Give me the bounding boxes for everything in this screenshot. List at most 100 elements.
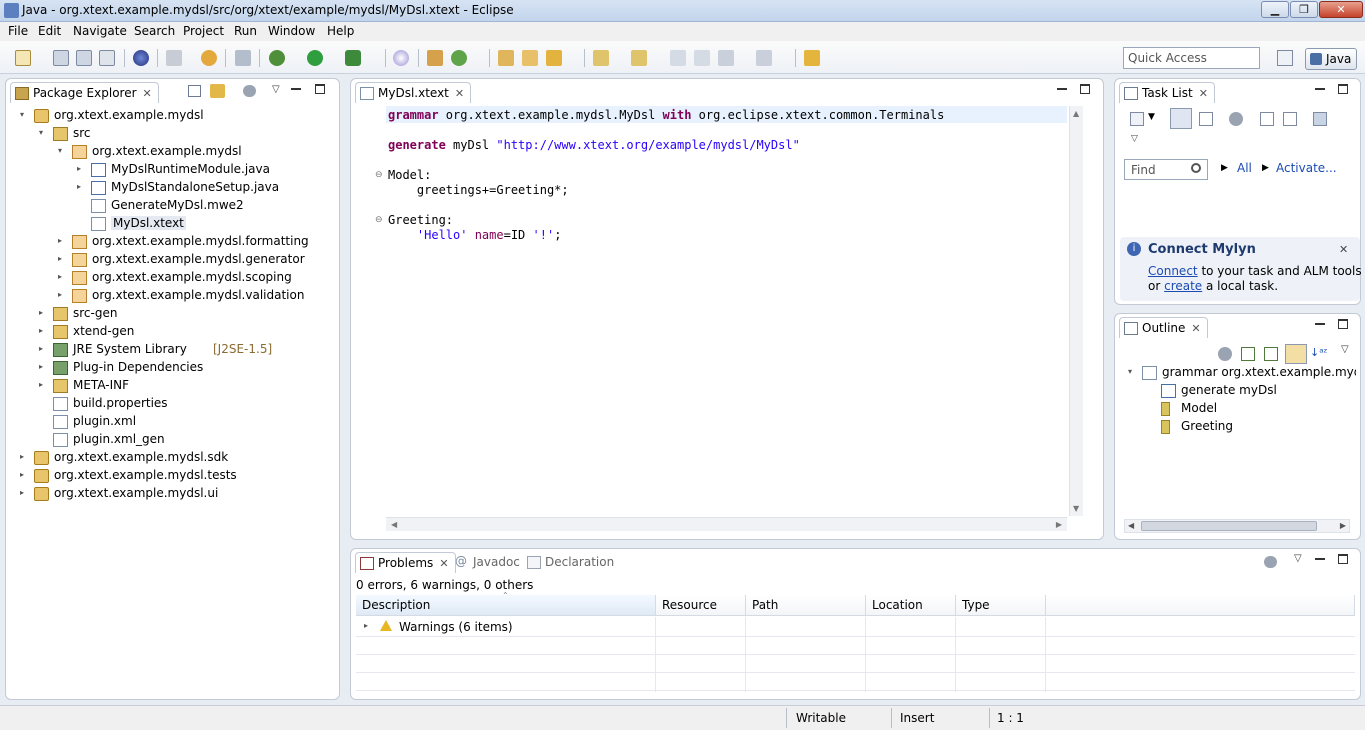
sort-icon[interactable]: ↓ᵃᶻ xyxy=(1310,346,1328,359)
menu-edit[interactable]: Edit xyxy=(38,24,61,38)
back-icon[interactable] xyxy=(718,50,734,66)
globe-icon[interactable] xyxy=(133,50,149,66)
brush-icon[interactable] xyxy=(804,50,820,66)
focus-icon[interactable] xyxy=(1218,347,1232,361)
code-line-5[interactable]: Model: xyxy=(388,168,431,182)
hide-completed-icon[interactable] xyxy=(1260,112,1274,126)
column-location[interactable]: Location xyxy=(866,595,956,616)
focus-icon[interactable] xyxy=(243,85,256,97)
scroll-left-icon[interactable]: ◀ xyxy=(1128,521,1134,530)
forward-icon[interactable] xyxy=(756,50,772,66)
close-icon[interactable]: ✕ xyxy=(1191,322,1200,335)
open-folder-icon[interactable] xyxy=(498,50,514,66)
dropdown-icon[interactable]: ▼ xyxy=(1148,112,1155,122)
expand-toggle-icon[interactable]: ▸ xyxy=(20,452,30,461)
scroll-thumb[interactable] xyxy=(1141,521,1317,531)
expand-toggle-icon[interactable]: ▸ xyxy=(39,362,49,371)
tab-outline[interactable]: Outline ✕ xyxy=(1119,317,1208,338)
close-button[interactable]: ✕ xyxy=(1319,1,1363,18)
minimize-view-icon[interactable] xyxy=(1315,88,1325,90)
menu-search[interactable]: Search xyxy=(134,24,175,38)
code-line-3[interactable]: generate myDsl "http://www.xtext.org/exa… xyxy=(388,138,800,152)
toggle-mark-icon[interactable] xyxy=(235,50,251,66)
java-perspective-button[interactable]: Java xyxy=(1305,48,1357,70)
expand-toggle-icon[interactable]: ▾ xyxy=(1128,367,1138,376)
filter-icon[interactable] xyxy=(1241,347,1255,361)
tab-javadoc[interactable]: @ Javadoc xyxy=(451,552,526,573)
expand-toggle-icon[interactable]: ▸ xyxy=(58,254,68,263)
code-line-1[interactable]: grammar org.xtext.example.mydsl.MyDsl wi… xyxy=(388,108,944,122)
expand-icon[interactable]: ▸ xyxy=(364,621,368,630)
fold-toggle-icon[interactable]: ⊖ xyxy=(375,170,383,180)
skip-breakpoints-icon[interactable] xyxy=(166,50,182,66)
editor-horizontal-scrollbar[interactable]: ◀ ▶ xyxy=(386,517,1067,531)
expand-toggle-icon[interactable]: ▸ xyxy=(77,182,87,191)
expand-toggle-icon[interactable]: ▸ xyxy=(58,290,68,299)
quick-access-input[interactable]: Quick Access xyxy=(1123,47,1260,69)
find-input[interactable]: Find xyxy=(1124,159,1208,180)
view-menu-icon[interactable]: ▽ xyxy=(1131,134,1138,144)
expand-toggle-icon[interactable]: ▸ xyxy=(39,308,49,317)
expand-toggle-icon[interactable]: ▾ xyxy=(39,128,49,137)
expand-toggle-icon[interactable]: ▸ xyxy=(39,344,49,353)
close-icon[interactable]: ✕ xyxy=(439,557,448,570)
pin-icon[interactable] xyxy=(694,50,710,66)
create-link[interactable]: create xyxy=(1164,279,1202,293)
collapse-all-icon[interactable] xyxy=(1283,112,1297,126)
save-icon[interactable] xyxy=(53,50,69,66)
close-icon[interactable]: ✕ xyxy=(143,87,152,100)
save-all-icon[interactable] xyxy=(76,50,92,66)
minimize-button[interactable]: ▁ xyxy=(1261,1,1289,18)
fold-toggle-icon[interactable]: ⊖ xyxy=(375,215,383,225)
expand-toggle-icon[interactable]: ▸ xyxy=(39,380,49,389)
link-with-editor-icon[interactable] xyxy=(210,84,225,98)
maximize-view-icon[interactable] xyxy=(1338,84,1348,94)
scheduled-icon[interactable] xyxy=(1199,112,1213,126)
close-icon[interactable]: ✕ xyxy=(1199,87,1208,100)
menu-project[interactable]: Project xyxy=(183,24,224,38)
expand-toggle-icon[interactable]: ▸ xyxy=(20,470,30,479)
column-path[interactable]: Path xyxy=(746,595,866,616)
focus-icon[interactable] xyxy=(1264,556,1277,568)
new-task-icon[interactable] xyxy=(1130,112,1144,126)
minimize-view-icon[interactable] xyxy=(1315,323,1325,325)
maximize-editor-icon[interactable] xyxy=(1080,84,1090,94)
view-menu-icon[interactable]: ▽ xyxy=(1341,344,1349,355)
new-class-icon[interactable] xyxy=(451,50,467,66)
debug-icon[interactable] xyxy=(269,50,285,66)
new-icon[interactable] xyxy=(15,50,31,66)
previous-annotation-icon[interactable] xyxy=(631,50,647,66)
tab-mydsl-xtext[interactable]: MyDsl.xtext ✕ xyxy=(355,82,472,103)
last-edit-icon[interactable] xyxy=(670,50,686,66)
next-annotation-icon[interactable] xyxy=(593,50,609,66)
menu-navigate[interactable]: Navigate xyxy=(73,24,127,38)
menu-help[interactable]: Help xyxy=(327,24,354,38)
expand-toggle-icon[interactable]: ▸ xyxy=(39,326,49,335)
scroll-right-icon[interactable]: ▶ xyxy=(1340,521,1346,530)
outline-item[interactable]: Greeting xyxy=(1147,418,1327,436)
focus-icon[interactable] xyxy=(1229,112,1243,126)
tab-problems[interactable]: Problems ✕ xyxy=(355,552,456,573)
maximize-view-icon[interactable] xyxy=(1338,319,1348,329)
close-icon[interactable]: ✕ xyxy=(1339,243,1348,256)
hide-icon[interactable] xyxy=(1264,347,1278,361)
run-icon[interactable] xyxy=(307,50,323,66)
close-icon[interactable]: ✕ xyxy=(455,87,464,100)
maximize-view-icon[interactable] xyxy=(315,84,325,94)
editor-vertical-scrollbar[interactable]: ▲ ▼ xyxy=(1069,106,1083,516)
code-line-8[interactable]: Greeting: xyxy=(388,213,453,227)
minimize-view-icon[interactable] xyxy=(1315,558,1325,560)
print-icon[interactable] xyxy=(99,50,115,66)
outline-horizontal-scrollbar[interactable]: ◀ ▶ xyxy=(1124,519,1350,533)
synchronize-icon[interactable] xyxy=(1313,112,1327,126)
minimize-editor-icon[interactable] xyxy=(1057,88,1067,90)
expand-toggle-icon[interactable]: ▸ xyxy=(20,488,30,497)
scroll-right-icon[interactable]: ▶ xyxy=(1056,520,1062,529)
menu-window[interactable]: Window xyxy=(268,24,315,38)
pencil-icon[interactable] xyxy=(546,50,562,66)
link-with-editor-icon[interactable] xyxy=(1285,344,1307,364)
tab-task-list[interactable]: Task List ✕ xyxy=(1119,82,1215,103)
expand-toggle-icon[interactable]: ▾ xyxy=(20,110,30,119)
table-row[interactable]: ▸ Warnings (6 items) xyxy=(356,618,656,636)
coverage-icon[interactable] xyxy=(393,50,409,66)
